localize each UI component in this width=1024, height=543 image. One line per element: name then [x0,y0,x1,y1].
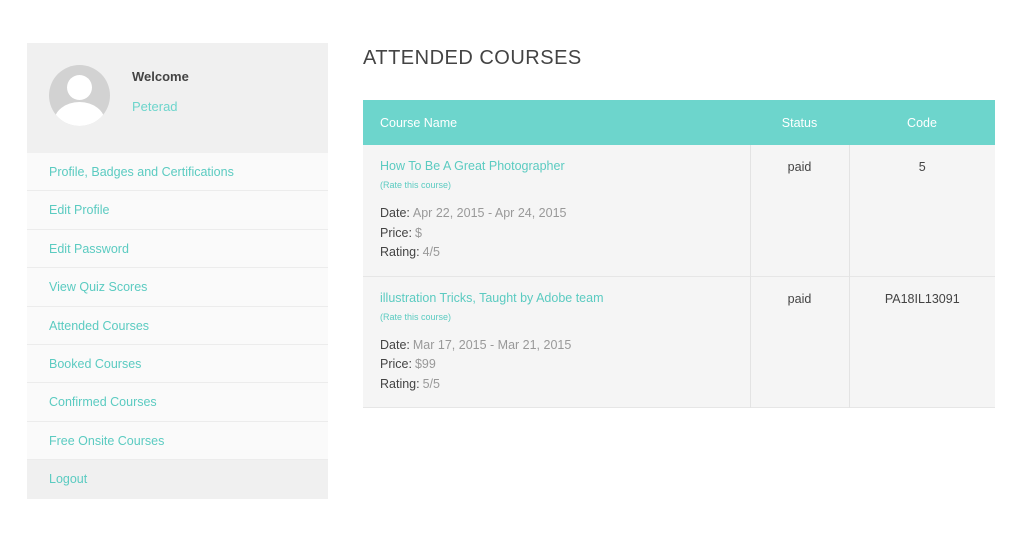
code-cell: PA18IL13091 [884,291,960,306]
rate-course-link[interactable]: (Rate this course) [380,312,750,324]
sidebar: Welcome Peterad Profile, Badges and Cert… [27,43,328,499]
course-meta: Date: Mar 17, 2015 - Mar 21, 2015 Price: $… [380,336,750,395]
sidebar-item-attended-courses[interactable]: Attended Courses [27,306,328,345]
course-rating: Rating: 5/5 [380,376,440,391]
page-title: ATTENDED COURSES [363,47,582,69]
course-date: Date: Mar 17, 2015 - Mar 21, 2015 [380,337,572,352]
sidebar-item-edit-password[interactable]: Edit Password [27,229,328,269]
course-price: Price: $99 [380,357,436,371]
code-cell: 5 [918,160,926,174]
course-title-link[interactable]: illustration Tricks, Taught by Adobe tea… [380,291,750,307]
sidebar-item-logout[interactable]: Logout [27,460,328,499]
column-header-course-name: Course Name [380,115,458,130]
username-link[interactable]: Peterad [132,99,178,114]
welcome-label: Welcome [132,69,189,84]
course-meta: Date: Apr 22, 2015 - Apr 24, 2015 Price: $… [380,204,750,263]
course-date: Date: Apr 22, 2015 - Apr 24, 2015 [380,206,567,220]
course-price: Price: $ [380,225,422,240]
sidebar-item-booked-courses[interactable]: Booked Courses [27,344,328,384]
course-rating: Rating: 4/5 [380,245,440,259]
course-title-link[interactable]: How To Be A Great Photographer [380,159,750,175]
sidebar-item-profile-badges-certifications[interactable]: Profile, Badges and Certifications [27,153,328,192]
table-row: illustration Tricks, Taught by Adobe tea… [363,276,995,407]
status-cell: paid [750,145,850,276]
rate-course-link[interactable]: (Rate this course) [380,180,750,192]
avatar-user-icon [67,75,92,100]
sidebar-item-view-quiz-scores[interactable]: View Quiz Scores [27,268,328,307]
course-name-cell: How To Be A Great Photographer (Rate thi… [363,145,751,276]
profile-card: Welcome Peterad [27,43,328,153]
table-row: How To Be A Great Photographer (Rate thi… [363,145,995,276]
avatar[interactable] [49,65,110,126]
sidebar-item-edit-profile[interactable]: Edit Profile [27,191,328,230]
column-header-code: Code [907,115,937,130]
column-header-status: Status [781,115,818,130]
status-cell: paid [750,276,850,407]
main-content: ATTENDED COURSES Course Name Status Code… [363,43,995,408]
sidebar-menu: Profile, Badges and Certifications Edit … [27,153,328,499]
sidebar-item-confirmed-courses[interactable]: Confirmed Courses [27,383,328,422]
courses-table: Course Name Status Code How To Be A Grea… [363,100,995,408]
sidebar-item-free-onsite-courses[interactable]: Free Onsite Courses [27,421,328,461]
table-header-row: Course Name Status Code [363,100,995,145]
course-name-cell: illustration Tricks, Taught by Adobe tea… [363,276,751,407]
